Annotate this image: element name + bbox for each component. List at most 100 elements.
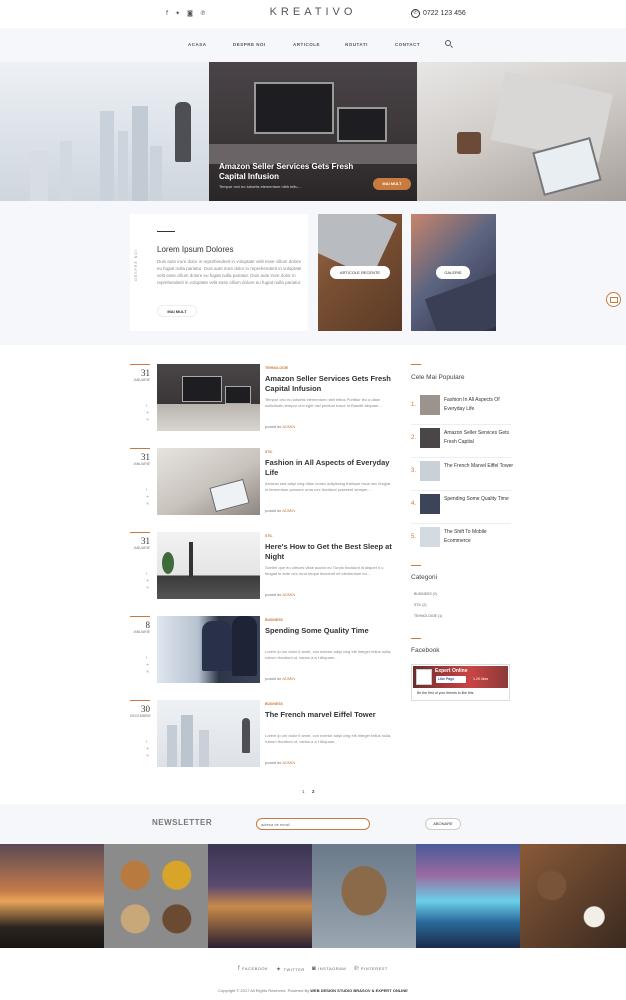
popular-title[interactable]: The Shift To Mobile Ecommerce: [444, 528, 514, 546]
gallery-image-cinnamon[interactable]: [520, 844, 626, 948]
popular-thumb: [420, 461, 440, 481]
footer-pinterest-link[interactable]: ℗ PINTEREST: [354, 966, 388, 972]
post-category[interactable]: BUSINESS: [265, 618, 283, 622]
facebook-icon[interactable]: f: [146, 656, 150, 660]
gallery-image-spices[interactable]: [104, 844, 208, 948]
nav-item-noutati[interactable]: NOUTATI: [345, 42, 368, 47]
post-excerpt: Tempor orci eu lobortis elementum nibh t…: [265, 397, 382, 408]
subscribe-button[interactable]: ABONARE: [425, 818, 461, 830]
popular-thumb: [420, 494, 440, 514]
gallery-image-waterfall[interactable]: [416, 844, 520, 948]
nav-item-articole[interactable]: ARTICOLE: [293, 42, 320, 47]
tile-recent-articles[interactable]: ARTICOLE RECENTE: [318, 214, 402, 331]
popular-title[interactable]: Amazon Seller Services Gets Fresh Capita…: [444, 429, 514, 447]
post-image[interactable]: [157, 364, 260, 431]
author-link[interactable]: ADMIN: [282, 676, 295, 681]
about-text: Duis aute irure dolor in reprehenderit i…: [157, 259, 302, 285]
page-2[interactable]: 2: [312, 789, 315, 794]
search-icon[interactable]: [445, 40, 451, 46]
footer-facebook-link[interactable]: f FACEBOOK: [238, 966, 268, 972]
post-title[interactable]: Spending Some Quality Time: [265, 626, 395, 636]
post-category[interactable]: BUSINESS: [265, 702, 283, 706]
hero-slide-left[interactable]: [0, 62, 209, 201]
footer-twitter-link[interactable]: ✦ TWITTER: [276, 966, 305, 973]
facebook-widget[interactable]: Expert Online Like Page 1.2K likes Be th…: [411, 664, 510, 701]
post-category[interactable]: TEHNOLOGIE: [265, 366, 288, 370]
pinterest-icon[interactable]: ℗: [146, 502, 150, 506]
facebook-heading: Facebook: [411, 647, 440, 654]
post-excerpt: Sceleri que eu ultrices vitae auctor eu …: [265, 565, 384, 576]
author-link[interactable]: ADMIN: [282, 760, 295, 765]
pinterest-icon[interactable]: ℗: [146, 418, 150, 422]
monitor-image: [254, 82, 334, 134]
nav-item-contact[interactable]: CONTACT: [395, 42, 420, 47]
phone-number: 0722 123 456: [423, 10, 466, 17]
fb-like-button[interactable]: Like Page: [436, 676, 466, 683]
post-title[interactable]: Amazon Seller Services Gets Fresh Capita…: [265, 374, 395, 394]
fb-page-name[interactable]: Expert Online: [435, 668, 468, 674]
gallery-image-sunset[interactable]: [0, 844, 104, 948]
author-link[interactable]: ADMIN: [282, 592, 295, 597]
hero-slide-featured[interactable]: Amazon Seller Services Gets Fresh Capita…: [209, 62, 417, 201]
post-image[interactable]: [157, 532, 260, 599]
pinterest-icon[interactable]: ℗: [146, 670, 150, 674]
post-card: 31 IANUARIE f ✦ ℗ STIL Here's How to Get t…: [130, 532, 400, 602]
gallery-image-owl[interactable]: [312, 844, 416, 948]
post-title[interactable]: The French marvel Eiffel Tower: [265, 710, 395, 720]
chat-icon[interactable]: [606, 292, 621, 307]
gallery-button[interactable]: GALERIE: [436, 266, 470, 279]
gallery-image-city-night[interactable]: [208, 844, 312, 948]
phone-contact[interactable]: ✆ 0722 123 456: [411, 9, 466, 18]
about-more-button[interactable]: MAI MULT: [157, 305, 197, 317]
twitter-icon[interactable]: ✦: [146, 495, 150, 499]
category-business[interactable]: BUSINESS (2): [414, 592, 437, 596]
about-card: DESPRE NOI Lorem Ipsum Dolores Duis aute…: [130, 214, 308, 331]
post-category[interactable]: STIL: [265, 534, 273, 538]
post-image[interactable]: [157, 700, 260, 767]
popular-title[interactable]: Spending Some Quality Time: [444, 495, 514, 504]
author-link[interactable]: ADMIN: [282, 424, 295, 429]
popular-title[interactable]: The French Marvel Eiffel Tower: [444, 462, 514, 471]
author-link[interactable]: ADMIN: [282, 508, 295, 513]
category-stil[interactable]: STIL (2): [414, 603, 427, 607]
newsletter-email-input[interactable]: [256, 818, 370, 830]
hero-more-button[interactable]: MAI MULT: [373, 178, 411, 190]
post-card: 8 IANUARIE f ✦ ℗ BUSINESS Spending Some Qu…: [130, 616, 400, 686]
post-category[interactable]: STIL: [265, 450, 273, 454]
hero-slide-right[interactable]: [417, 62, 626, 201]
pinterest-icon[interactable]: ℗: [146, 754, 150, 758]
popular-title[interactable]: Fashion In All Aspects Of Everyday Life: [444, 396, 514, 414]
popular-thumb: [420, 395, 440, 415]
post-day: 30: [141, 704, 150, 714]
category-tehnologie[interactable]: TEHNOLOGIE (1): [414, 614, 442, 618]
twitter-icon[interactable]: ✦: [146, 663, 150, 667]
popular-item[interactable]: 3. The French Marvel Eiffel Tower: [411, 458, 514, 491]
nav-item-acasa[interactable]: ACASA: [188, 42, 207, 47]
twitter-icon[interactable]: ✦: [146, 411, 150, 415]
pinterest-icon[interactable]: ℗: [146, 586, 150, 590]
popular-item[interactable]: 1. Fashion In All Aspects Of Everyday Li…: [411, 392, 511, 425]
post-title[interactable]: Here's How to Get the Best Sleep at Nigh…: [265, 542, 395, 562]
popular-item[interactable]: 4. Spending Some Quality Time: [411, 491, 511, 524]
facebook-icon[interactable]: f: [146, 488, 150, 492]
facebook-icon[interactable]: f: [146, 572, 150, 576]
recent-articles-button[interactable]: ARTICOLE RECENTE: [330, 266, 390, 279]
facebook-icon[interactable]: f: [146, 404, 150, 408]
post-month: IANUARIE: [133, 630, 150, 634]
popular-item[interactable]: 5. The Shift To Mobile Ecommerce: [411, 524, 511, 557]
facebook-icon[interactable]: f: [146, 740, 150, 744]
tile-gallery[interactable]: GALERIE: [411, 214, 496, 331]
twitter-icon[interactable]: ✦: [146, 747, 150, 751]
credit-link[interactable]: WEB DESIGN STUDIO BRASOV & EXPERT ONLINE: [310, 988, 408, 993]
popular-item[interactable]: 2. Amazon Seller Services Gets Fresh Cap…: [411, 425, 511, 458]
footer-instagram-link[interactable]: ◙ INSTAGRAM: [312, 966, 346, 972]
post-excerpt: Aenean sed adipi cing diam donec adipisc…: [265, 481, 391, 492]
nav-item-despre-noi[interactable]: DESPRE NOI: [233, 42, 266, 47]
site-logo[interactable]: KREATIVO: [0, 6, 626, 18]
twitter-icon[interactable]: ✦: [146, 579, 150, 583]
hero-title[interactable]: Amazon Seller Services Gets Fresh Capita…: [219, 162, 369, 182]
post-title[interactable]: Fashion in All Aspects of Everyday Life: [265, 458, 395, 478]
page-1[interactable]: 1: [302, 789, 305, 794]
post-image[interactable]: [157, 448, 260, 515]
post-image[interactable]: [157, 616, 260, 683]
